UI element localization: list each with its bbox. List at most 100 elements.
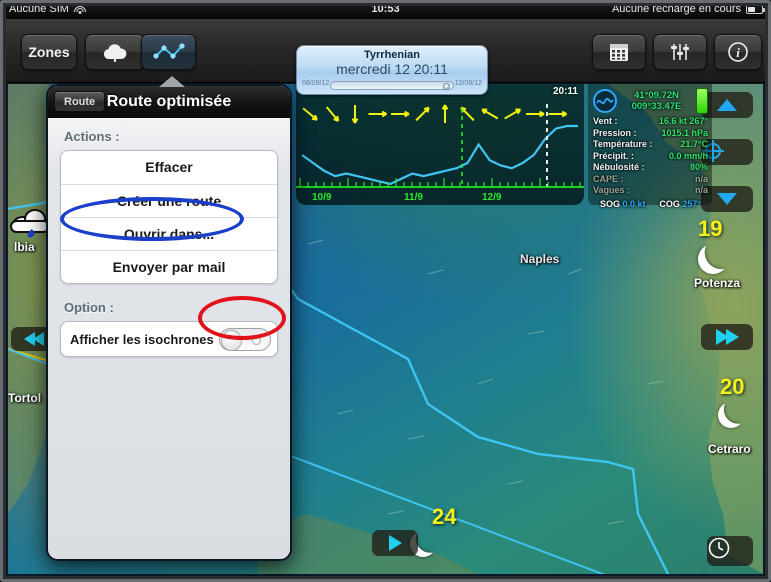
action-label: Effacer xyxy=(145,159,193,175)
weather-value: 0.0 mm/h xyxy=(668,150,708,161)
weather-value: n/a xyxy=(694,185,708,195)
nav-values: SOG 0.0 kt COG 257° xyxy=(593,199,708,209)
info-button[interactable]: i xyxy=(714,34,762,70)
weather-key: Pression : xyxy=(593,127,637,138)
popover-pointer xyxy=(159,76,185,87)
action-label: Créer une route xyxy=(116,193,222,209)
coordinates: 41°09.72N 009°33.47E xyxy=(621,90,692,112)
city-label: lbia xyxy=(14,240,35,254)
play-icon xyxy=(388,535,402,551)
triangle-down-icon xyxy=(717,193,737,205)
moon-icon xyxy=(718,402,744,428)
sog-value: 0.0 kt xyxy=(622,198,646,209)
route-button[interactable] xyxy=(141,34,196,70)
weather-value: 21.7°C xyxy=(680,139,708,149)
weather-row: Pression : 1015.1 hPa xyxy=(593,128,708,140)
action-row[interactable]: Envoyer par mail xyxy=(61,250,277,283)
clock-icon xyxy=(708,537,730,559)
weather-key: Vagues : xyxy=(593,185,631,195)
city-label: Naples xyxy=(520,252,560,266)
route-chart-icon xyxy=(152,43,185,59)
slider-knob[interactable] xyxy=(443,83,450,90)
city-label: Tortol xyxy=(8,391,42,405)
temperature-value: 24 xyxy=(432,504,457,529)
weather-key: CAPE : xyxy=(593,173,624,184)
action-row[interactable]: Ouvrir dans... xyxy=(61,217,277,250)
weather-row: Vent : 16.6 kt 267° xyxy=(593,116,708,128)
info-panel-header: 41°09.72N 009°33.47E xyxy=(593,86,708,116)
forecast-time-slider[interactable]: 08/09/12 12/09/12 xyxy=(302,79,482,92)
range-start-label: 08/09/12 xyxy=(302,80,330,87)
weather-value: n/a xyxy=(694,173,708,184)
fast-forward-icon xyxy=(725,329,739,345)
fast-forward-button[interactable] xyxy=(701,324,753,350)
play-button[interactable] xyxy=(372,530,418,556)
forecast-area-name: Tyrrhenian xyxy=(363,49,421,61)
meteogram-cursor-time: 20:11 xyxy=(552,86,578,97)
popover-header: Route Route optimisée xyxy=(48,86,290,118)
forecast-datetime: mercredi 12 20:11 xyxy=(336,61,448,77)
sliders-icon xyxy=(671,44,689,60)
actions-section-label: Actions : xyxy=(64,129,120,144)
action-label: Ouvrir dans... xyxy=(123,226,215,242)
battery-status-label: Aucune recharge en cours xyxy=(611,3,741,15)
action-row[interactable]: Effacer xyxy=(61,151,277,184)
signal-bar-icon xyxy=(696,88,708,114)
route-options-popover: Route Route optimisée Actions : Effacer C… xyxy=(46,84,292,561)
isochrones-row[interactable]: Afficher les isochrones xyxy=(61,322,277,356)
action-label: Envoyer par mail xyxy=(112,259,226,275)
slider-track[interactable] xyxy=(330,81,454,90)
triangle-up-icon xyxy=(717,99,737,111)
city-label: Potenza xyxy=(694,276,741,290)
option-group: Afficher les isochrones xyxy=(60,321,278,357)
weather-row: Vagues : n/a xyxy=(593,185,708,197)
sog-label: SOG xyxy=(599,198,620,209)
compass-icon xyxy=(593,89,617,113)
weather-row: Précipit. : 0.0 mm/h xyxy=(593,151,708,163)
forecast-time-widget[interactable]: Tyrrhenian mercredi 12 20:11 08/09/12 12… xyxy=(296,45,488,95)
actions-group: Effacer Créer une route Ouvrir dans... Envo… xyxy=(60,150,278,284)
popover-title: Route optimisée xyxy=(106,93,232,110)
toggle-knob xyxy=(221,329,242,351)
zones-button[interactable]: Zones xyxy=(21,34,77,70)
time-settings-button[interactable] xyxy=(707,536,753,566)
weather-row: Température : 21.7°C xyxy=(593,139,708,151)
calendar-button[interactable] xyxy=(592,34,646,70)
weather-key: Température : xyxy=(593,139,653,149)
info-icon: i xyxy=(728,42,748,62)
upload-button[interactable] xyxy=(85,34,145,70)
longitude-value: 009°33.47E xyxy=(631,101,682,112)
isochrones-toggle[interactable] xyxy=(219,327,271,351)
weather-rows: Vent :16.6 kt 267° Pression :1015.1 hPa Te… xyxy=(593,116,708,197)
status-bar: Aucune SIM 10:53 Aucune recharge en cour… xyxy=(0,0,771,19)
cog-label: COG xyxy=(659,198,680,209)
settings-button[interactable] xyxy=(653,34,707,70)
moon-icon xyxy=(698,244,728,274)
temperature-value: 23 xyxy=(684,570,708,574)
weather-value: 1015.1 hPa xyxy=(661,127,708,138)
option-section-label: Option : xyxy=(64,300,114,315)
status-right: Aucune recharge en cours xyxy=(611,0,765,19)
weather-info-panel: 41°09.72N 009°33.47E Vent : 16.6 kt 267° P… xyxy=(588,84,712,209)
meteogram-chart xyxy=(296,104,584,188)
isochrones-label: Afficher les isochrones xyxy=(70,331,214,347)
meteogram-tick-label: 10/9 xyxy=(312,192,332,203)
calendar-icon xyxy=(610,44,628,61)
temperature-value: 20 xyxy=(720,374,745,399)
weather-key: Précipit. : xyxy=(593,150,635,161)
weather-value: 80% xyxy=(689,162,708,172)
meteogram-tick-label: 11/9 xyxy=(404,192,423,203)
weather-key: Vent : xyxy=(593,116,618,126)
action-row[interactable]: Créer une route xyxy=(61,184,277,217)
svg-text:i: i xyxy=(736,45,740,60)
weather-row: CAPE : n/a xyxy=(593,174,708,186)
zones-label: Zones xyxy=(28,44,70,60)
ipad-screen: lbia 22 Tortol Naples 19 Potenza 20 Cetr… xyxy=(0,0,771,582)
meteogram-tick-label: 12/9 xyxy=(482,192,502,203)
latitude-value: 41°09.72N xyxy=(634,90,679,101)
cog-value: 257° xyxy=(682,198,702,209)
meteogram-panel[interactable]: 20:11 10/9 11/9 12/9 xyxy=(296,84,584,205)
weather-key: Nébulosité : xyxy=(593,162,645,172)
cloud-upload-icon xyxy=(103,44,127,63)
range-end-label: 12/09/12 xyxy=(454,80,482,87)
